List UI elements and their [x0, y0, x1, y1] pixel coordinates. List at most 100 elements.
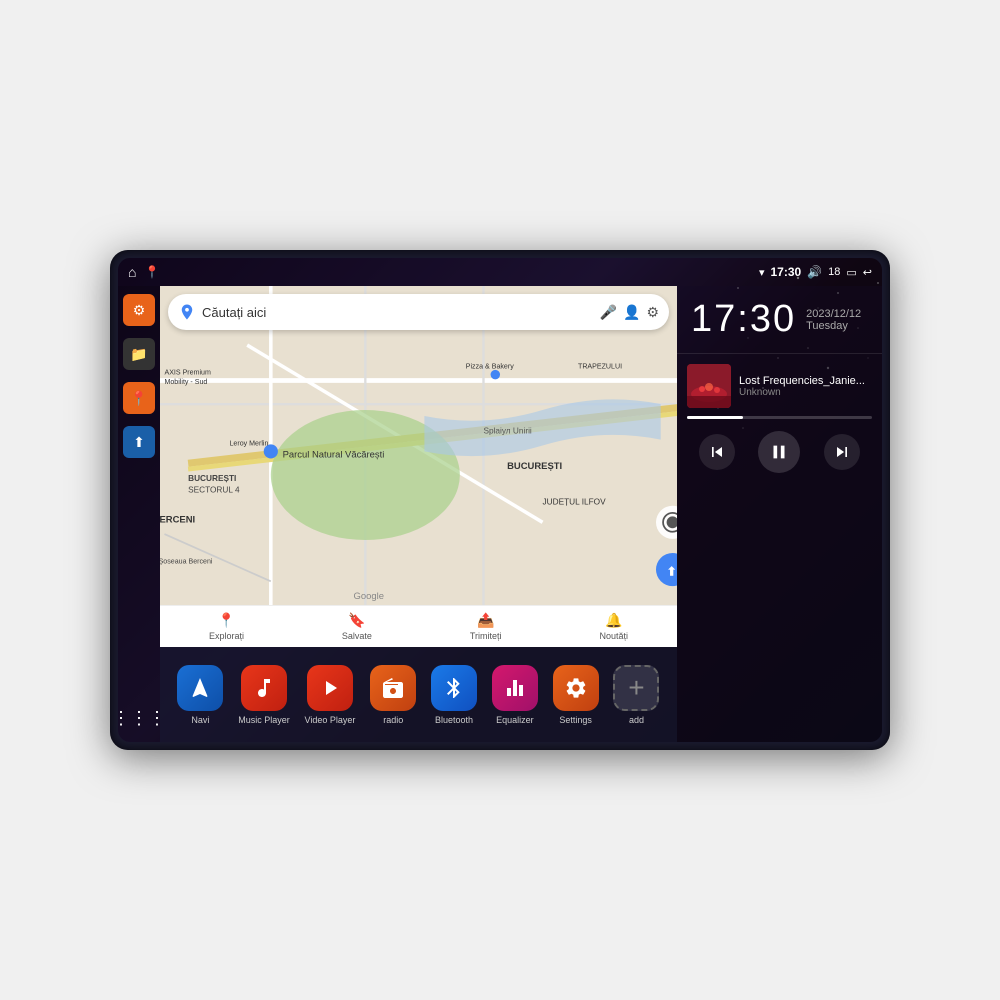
sidebar-nav-btn[interactable]: ⬆	[123, 426, 155, 458]
navi-label: Navi	[191, 715, 209, 725]
music-info: Lost Frequencies_Janie... Unknown	[687, 364, 872, 408]
settings-icon: ⚙	[133, 302, 146, 319]
navi-icon	[177, 665, 223, 711]
clock-section: 17:30 2023/12/12 Tuesday	[677, 286, 882, 354]
screen: ⌂ 📍 ▾ 17:30 🔊 18 ▭ ↩ ⚙ 📁	[118, 258, 882, 742]
wifi-icon: ▾	[759, 266, 765, 279]
contribute-icon: 📤	[477, 612, 494, 629]
video-player-label: Video Player	[305, 715, 356, 725]
saved-icon: 🔖	[348, 612, 365, 629]
app-video-player[interactable]: Video Player	[305, 665, 356, 725]
clock-day-value: Tuesday	[806, 320, 861, 332]
explore-icon: 📍	[218, 612, 235, 629]
music-progress-bar[interactable]	[687, 416, 872, 419]
saved-tab[interactable]: 🔖 Salvate	[342, 612, 372, 641]
sidebar-settings-btn[interactable]: ⚙	[123, 294, 155, 326]
pause-button[interactable]	[758, 431, 800, 473]
music-progress-fill	[687, 416, 743, 419]
sidebar-maps-btn[interactable]: 📍	[123, 382, 155, 414]
sidebar: ⚙ 📁 📍 ⬆ ⋮⋮⋮	[118, 286, 160, 742]
song-title: Lost Frequencies_Janie...	[739, 375, 872, 387]
contribute-label: Trimiteți	[470, 631, 502, 641]
svg-text:BUCUREȘTI: BUCUREȘTI	[507, 461, 562, 472]
app-music-player[interactable]: Music Player	[238, 665, 290, 725]
svg-text:TRAPEZULUI: TRAPEZULUI	[578, 363, 622, 371]
app-bluetooth[interactable]: Bluetooth	[431, 665, 477, 725]
car-head-unit: ⌂ 📍 ▾ 17:30 🔊 18 ▭ ↩ ⚙ 📁	[110, 250, 890, 750]
sidebar-files-btn[interactable]: 📁	[123, 338, 155, 370]
map-pin-icon: 📍	[130, 390, 147, 407]
svg-text:Leroy Merlin: Leroy Merlin	[229, 440, 268, 448]
clock-date-value: 2023/12/12	[806, 308, 861, 320]
folder-icon: 📁	[130, 346, 147, 363]
explore-tab[interactable]: 📍 Explorați	[209, 612, 244, 641]
add-label: add	[629, 715, 644, 725]
saved-label: Salvate	[342, 631, 372, 641]
signal-number: 18	[828, 266, 840, 278]
svg-text:BERCENI: BERCENI	[160, 514, 195, 525]
explore-label: Explorați	[209, 631, 244, 641]
svg-text:Pizza & Bakery: Pizza & Bakery	[466, 363, 514, 371]
video-player-icon	[307, 665, 353, 711]
svg-text:JUDEȚUL ILFOV: JUDEȚUL ILFOV	[543, 498, 607, 507]
updates-tab[interactable]: 🔔 Noutăți	[600, 612, 629, 641]
mic-icon[interactable]: 🎤	[600, 304, 617, 321]
right-panel: 17:30 2023/12/12 Tuesday	[677, 286, 882, 742]
map-search-bar[interactable]: Căutați aici 🎤 👤 ⚙	[168, 294, 669, 330]
radio-label: radio	[383, 715, 403, 725]
radio-icon	[370, 665, 416, 711]
bluetooth-label: Bluetooth	[435, 715, 473, 725]
app-settings[interactable]: Settings	[553, 665, 599, 725]
app-grid: Navi Music Player	[160, 647, 677, 742]
contribute-tab[interactable]: 📤 Trimiteți	[470, 612, 502, 641]
updates-label: Noutăți	[600, 631, 629, 641]
svg-text:Mobility - Sud: Mobility - Sud	[164, 378, 207, 386]
next-button[interactable]	[824, 434, 860, 470]
bluetooth-icon	[431, 665, 477, 711]
app-radio[interactable]: radio	[370, 665, 416, 725]
grid-menu-btn[interactable]: ⋮⋮⋮	[123, 702, 155, 734]
clock-date: 2023/12/12 Tuesday	[806, 308, 861, 332]
layers-icon[interactable]: ⚙	[646, 304, 659, 321]
prev-button[interactable]	[699, 434, 735, 470]
svg-text:Parcul Natural Văcărești: Parcul Natural Văcărești	[283, 449, 385, 460]
status-time: 17:30	[770, 265, 801, 279]
status-right-icons: ▾ 17:30 🔊 18 ▭ ↩	[759, 265, 872, 279]
equalizer-icon	[492, 665, 538, 711]
nav-arrow-icon: ⬆	[133, 434, 145, 451]
song-details: Lost Frequencies_Janie... Unknown	[739, 375, 872, 398]
music-section: Lost Frequencies_Janie... Unknown	[677, 354, 882, 742]
home-icon: ⌂	[128, 264, 136, 280]
google-maps-logo-icon	[178, 303, 196, 321]
account-icon[interactable]: 👤	[623, 304, 640, 321]
music-player-icon	[241, 665, 287, 711]
status-bar: ⌂ 📍 ▾ 17:30 🔊 18 ▭ ↩	[118, 258, 882, 286]
equalizer-label: Equalizer	[496, 715, 534, 725]
svg-text:BUCUREȘTI: BUCUREȘTI	[188, 474, 236, 483]
settings-app-icon	[553, 665, 599, 711]
album-art	[687, 364, 731, 408]
map-bottom-bar: 📍 Explorați 🔖 Salvate 📤 Trimiteți 🔔 Nout…	[160, 605, 677, 647]
app-add[interactable]: + add	[613, 665, 659, 725]
volume-icon: 🔊	[807, 265, 822, 279]
clock-time: 17:30	[691, 298, 796, 341]
svg-text:Splaiул Unirii: Splaiул Unirii	[483, 427, 531, 436]
svg-text:Google: Google	[354, 591, 384, 602]
status-left-icons: ⌂ 📍	[128, 264, 159, 280]
svg-text:Șoseaua Berceni: Șoseaua Berceni	[160, 558, 213, 566]
back-icon: ↩	[863, 266, 872, 279]
svg-text:AXIS Premium: AXIS Premium	[164, 369, 211, 377]
app-navi[interactable]: Navi	[177, 665, 223, 725]
sidebar-bottom: ⋮⋮⋮	[123, 702, 155, 734]
app-equalizer[interactable]: Equalizer	[492, 665, 538, 725]
music-controls	[687, 427, 872, 477]
add-icon: +	[613, 665, 659, 711]
music-player-label: Music Player	[238, 715, 290, 725]
song-artist: Unknown	[739, 387, 872, 398]
map-container[interactable]: Parcul Natural Văcărești Splaiул Unirii …	[160, 286, 677, 605]
settings-app-label: Settings	[559, 715, 592, 725]
svg-text:⬆: ⬆	[667, 564, 677, 578]
center-area: Parcul Natural Văcărești Splaiул Unirii …	[160, 286, 677, 742]
maps-status-icon: 📍	[144, 265, 159, 279]
updates-icon: 🔔	[605, 612, 622, 629]
